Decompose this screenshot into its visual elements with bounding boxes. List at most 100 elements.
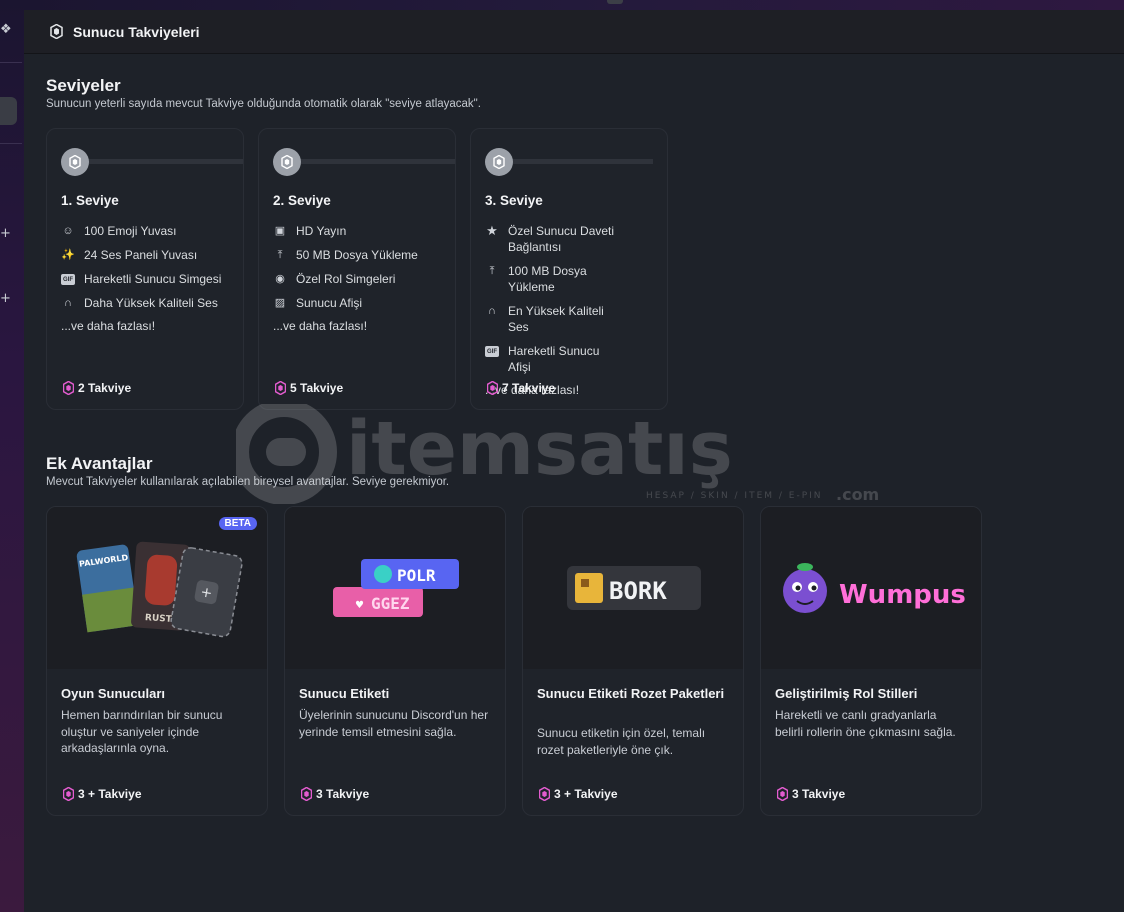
perk-item: ◉ Özel Rol Simgeleri bbox=[273, 271, 445, 287]
page-title: Sunucu Takviyeleri bbox=[73, 23, 200, 40]
star-icon: ★ bbox=[486, 223, 498, 238]
image-icon: ▨ bbox=[274, 297, 286, 309]
gif-icon: GIF bbox=[61, 274, 75, 285]
upload-icon: ⤒ bbox=[489, 265, 495, 277]
perk-item: ▨ Sunucu Afişi bbox=[273, 295, 445, 311]
selected-channel-item[interactable] bbox=[0, 97, 17, 125]
perk-item: GIF Hareketli Sunucu Simgesi bbox=[61, 271, 233, 287]
extras-subtitle: Mevcut Takviyeler kullanılarak açılabile… bbox=[46, 476, 450, 488]
boost-count-label: 2 Takviye bbox=[78, 381, 132, 395]
divider bbox=[0, 143, 22, 144]
page-header: Sunucu Takviyeleri bbox=[24, 10, 1124, 54]
perk-item: ★ Özel Sunucu Daveti Bağlantısı bbox=[485, 223, 623, 255]
screen-share-icon: ▣ bbox=[274, 225, 286, 237]
perk-card-description: Sunucu etiketin için özel, temalı rozet … bbox=[537, 726, 706, 757]
perk-item: ☺ 100 Emoji Yuvası bbox=[61, 223, 233, 239]
boost-gem-icon bbox=[281, 155, 293, 169]
boost-count-label: 3 Takviye bbox=[792, 787, 846, 801]
perk-card-server-tag[interactable]: ♥ GGEZ POLR Sunucu Etiketi Üyelerinin su… bbox=[284, 506, 506, 816]
boost-gem-icon bbox=[63, 381, 74, 395]
boost-requirement: 3 Takviye bbox=[777, 787, 845, 801]
perk-label: 100 MB Dosya Yükleme bbox=[508, 264, 587, 294]
tier-card-2: 2. Seviye ▣ HD Yayın ⤒ 50 MB Dosya Yükle… bbox=[258, 128, 456, 410]
perk-card-game-servers[interactable]: PALWORLD RUST + BETA Oyun Sunucuları Hem… bbox=[46, 506, 268, 816]
tier-perk-list: ☺ 100 Emoji Yuvası ✨ 24 Ses Paneli Yuvas… bbox=[61, 223, 233, 333]
tier-progress-bar bbox=[513, 159, 653, 164]
add-icon[interactable]: + bbox=[0, 291, 11, 306]
perk-label: 100 Emoji Yuvası bbox=[84, 224, 177, 238]
perk-label: 24 Ses Paneli Yuvası bbox=[84, 248, 198, 262]
perk-card-description: Hemen barındırılan bir sunucu oluştur ve… bbox=[61, 708, 223, 755]
headphones-icon: ∩ bbox=[488, 305, 496, 317]
tier-progress-bar bbox=[89, 159, 243, 164]
perk-item: ∩ Daha Yüksek Kaliteli Ses bbox=[61, 295, 233, 311]
boost-gem-icon bbox=[777, 787, 788, 801]
perk-label: Sunucu Afişi bbox=[296, 296, 363, 310]
tag-bork: BORK bbox=[609, 577, 667, 605]
tier-gem-badge bbox=[485, 148, 513, 176]
beta-badge: BETA bbox=[218, 517, 257, 530]
perk-card-description: Üyelerinin sunucunu Discord'un her yerin… bbox=[299, 708, 489, 739]
more-perks-text: ...ve daha fazlası! bbox=[273, 319, 368, 333]
boost-gem-icon bbox=[539, 787, 550, 801]
game-title-rust: RUST bbox=[145, 613, 173, 625]
add-icon[interactable]: + bbox=[0, 226, 11, 241]
perk-label: HD Yayın bbox=[296, 224, 347, 238]
boost-requirement: 2 Takviye bbox=[63, 381, 131, 395]
boost-gem-icon bbox=[301, 787, 312, 801]
window-top-bar bbox=[24, 0, 1124, 10]
role-icon: ◉ bbox=[275, 273, 285, 285]
tier-name: 3. Seviye bbox=[485, 193, 543, 208]
perk-label: En Yüksek Kaliteli Ses bbox=[508, 304, 604, 334]
boost-gem-icon bbox=[63, 787, 74, 801]
boost-gem-icon bbox=[69, 155, 81, 169]
gif-icon: GIF bbox=[485, 346, 499, 357]
perk-label: Hareketli Sunucu Afişi bbox=[508, 344, 600, 374]
boost-count-label: 3 Takviye bbox=[316, 787, 370, 801]
tier-progress-bar bbox=[301, 159, 455, 164]
boost-gem-icon bbox=[493, 155, 505, 169]
boost-count-label: 3 + Takviye bbox=[554, 787, 618, 801]
perk-label: Özel Sunucu Daveti Bağlantısı bbox=[508, 224, 615, 254]
levels-subtitle: Sunucun yeterli sayıda mevcut Takviye ol… bbox=[46, 98, 481, 110]
perk-card-description: Hareketli ve canlı gradyanlarla belirli … bbox=[775, 708, 956, 739]
perk-card-badge-packs[interactable]: BORK Sunucu Etiketi Rozet Paketleri Sunu… bbox=[522, 506, 744, 816]
role-name-wumpus: Wumpus bbox=[839, 580, 966, 610]
soundboard-icon: ✨ bbox=[61, 249, 75, 261]
divider bbox=[0, 62, 22, 63]
perk-banner: Wumpus bbox=[761, 507, 981, 669]
tier-perk-list: ▣ HD Yayın ⤒ 50 MB Dosya Yükleme ◉ Özel … bbox=[273, 223, 445, 333]
boost-gem-icon bbox=[275, 381, 286, 395]
upload-icon: ⤒ bbox=[277, 249, 283, 261]
boost-count-label: 7 Takviye bbox=[502, 381, 556, 395]
tier-card-1: 1. Seviye ☺ 100 Emoji Yuvası ✨ 24 Ses Pa… bbox=[46, 128, 244, 410]
svg-text:♥: ♥ bbox=[355, 600, 364, 611]
boost-requirement: 3 + Takviye bbox=[539, 787, 618, 801]
headphones-icon: ∩ bbox=[64, 297, 72, 309]
more-perks-text: ...ve daha fazlası! bbox=[61, 319, 156, 333]
perk-card-title: Geliştirilmiş Rol Stilleri bbox=[775, 686, 918, 701]
boost-gem-icon bbox=[50, 24, 63, 39]
tier-name: 2. Seviye bbox=[273, 193, 331, 208]
perk-banner: BORK bbox=[523, 507, 743, 669]
add-friend-icon[interactable]: ❖ bbox=[0, 22, 12, 37]
perk-item: ✨ 24 Ses Paneli Yuvası bbox=[61, 247, 233, 263]
window-notch bbox=[607, 0, 623, 4]
perk-card-title: Sunucu Etiketi Rozet Paketleri bbox=[537, 686, 725, 701]
tier-name: 1. Seviye bbox=[61, 193, 119, 208]
tier-card-3: 3. Seviye ★ Özel Sunucu Daveti Bağlantıs… bbox=[470, 128, 668, 410]
boost-requirement: 3 Takviye bbox=[301, 787, 369, 801]
perk-item: GIF Hareketli Sunucu Afişi bbox=[485, 343, 623, 375]
perk-card-role-styles[interactable]: Wumpus Geliştirilmiş Rol Stilleri Hareke… bbox=[760, 506, 982, 816]
badge-pack-illustration: BORK bbox=[567, 566, 701, 610]
levels-title: Seviyeler bbox=[46, 76, 121, 95]
boost-count-label: 5 Takviye bbox=[290, 381, 344, 395]
perk-card-title: Sunucu Etiketi bbox=[299, 686, 390, 701]
server-sidebar-edge: ❖ + + bbox=[0, 0, 24, 912]
tier-perk-list: ★ Özel Sunucu Daveti Bağlantısı ⤒ 100 MB… bbox=[485, 223, 623, 397]
emoji-icon: ☺ bbox=[62, 225, 74, 237]
perk-banner: ♥ GGEZ POLR bbox=[285, 507, 505, 669]
perk-item: ∩ En Yüksek Kaliteli Ses bbox=[485, 303, 623, 335]
tag-ggez: GGEZ bbox=[371, 594, 410, 613]
perk-label: Hareketli Sunucu Simgesi bbox=[84, 272, 222, 286]
